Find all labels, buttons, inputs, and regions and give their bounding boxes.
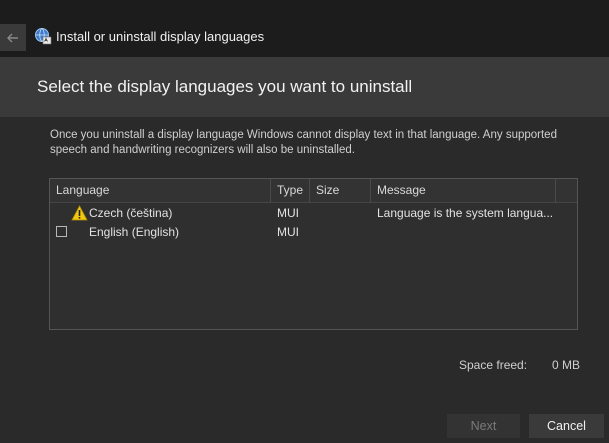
column-header-size[interactable]: Size bbox=[310, 179, 371, 202]
language-size bbox=[316, 204, 371, 223]
back-arrow-icon bbox=[7, 33, 18, 42]
table-row[interactable]: English (English) MUI bbox=[50, 223, 577, 242]
next-button[interactable]: Next bbox=[447, 414, 520, 438]
language-message bbox=[377, 223, 557, 242]
language-name: Czech (čeština) bbox=[89, 206, 173, 220]
column-header-filler bbox=[556, 179, 577, 202]
language-table: Language Type Size Message Czech (češtin… bbox=[49, 178, 578, 330]
page-title: Select the display languages you want to… bbox=[37, 77, 413, 96]
language-type: MUI bbox=[277, 206, 299, 220]
table-header: Language Type Size Message bbox=[50, 179, 577, 203]
space-freed-value: 0 MB bbox=[552, 358, 581, 372]
space-freed-label: Space freed: bbox=[459, 358, 528, 372]
window-title: Install or uninstall display languages bbox=[56, 29, 265, 44]
column-header-language[interactable]: Language bbox=[50, 179, 271, 202]
title-bar: Install or uninstall display languages bbox=[0, 0, 609, 57]
language-size bbox=[316, 223, 371, 242]
language-name: English (English) bbox=[89, 225, 180, 239]
back-button[interactable] bbox=[0, 24, 26, 51]
description-text: Once you uninstall a display language Wi… bbox=[50, 129, 557, 156]
column-header-message[interactable]: Message bbox=[371, 179, 556, 202]
warning-icon bbox=[71, 205, 88, 221]
table-row[interactable]: Czech (čeština) MUI Language is the syst… bbox=[50, 204, 577, 223]
language-type: MUI bbox=[277, 225, 299, 239]
language-message: Language is the system langua... bbox=[377, 206, 554, 220]
select-checkbox[interactable] bbox=[56, 226, 67, 237]
column-header-type[interactable]: Type bbox=[271, 179, 310, 202]
language-icon bbox=[35, 28, 52, 45]
cancel-button[interactable]: Cancel bbox=[529, 414, 604, 438]
